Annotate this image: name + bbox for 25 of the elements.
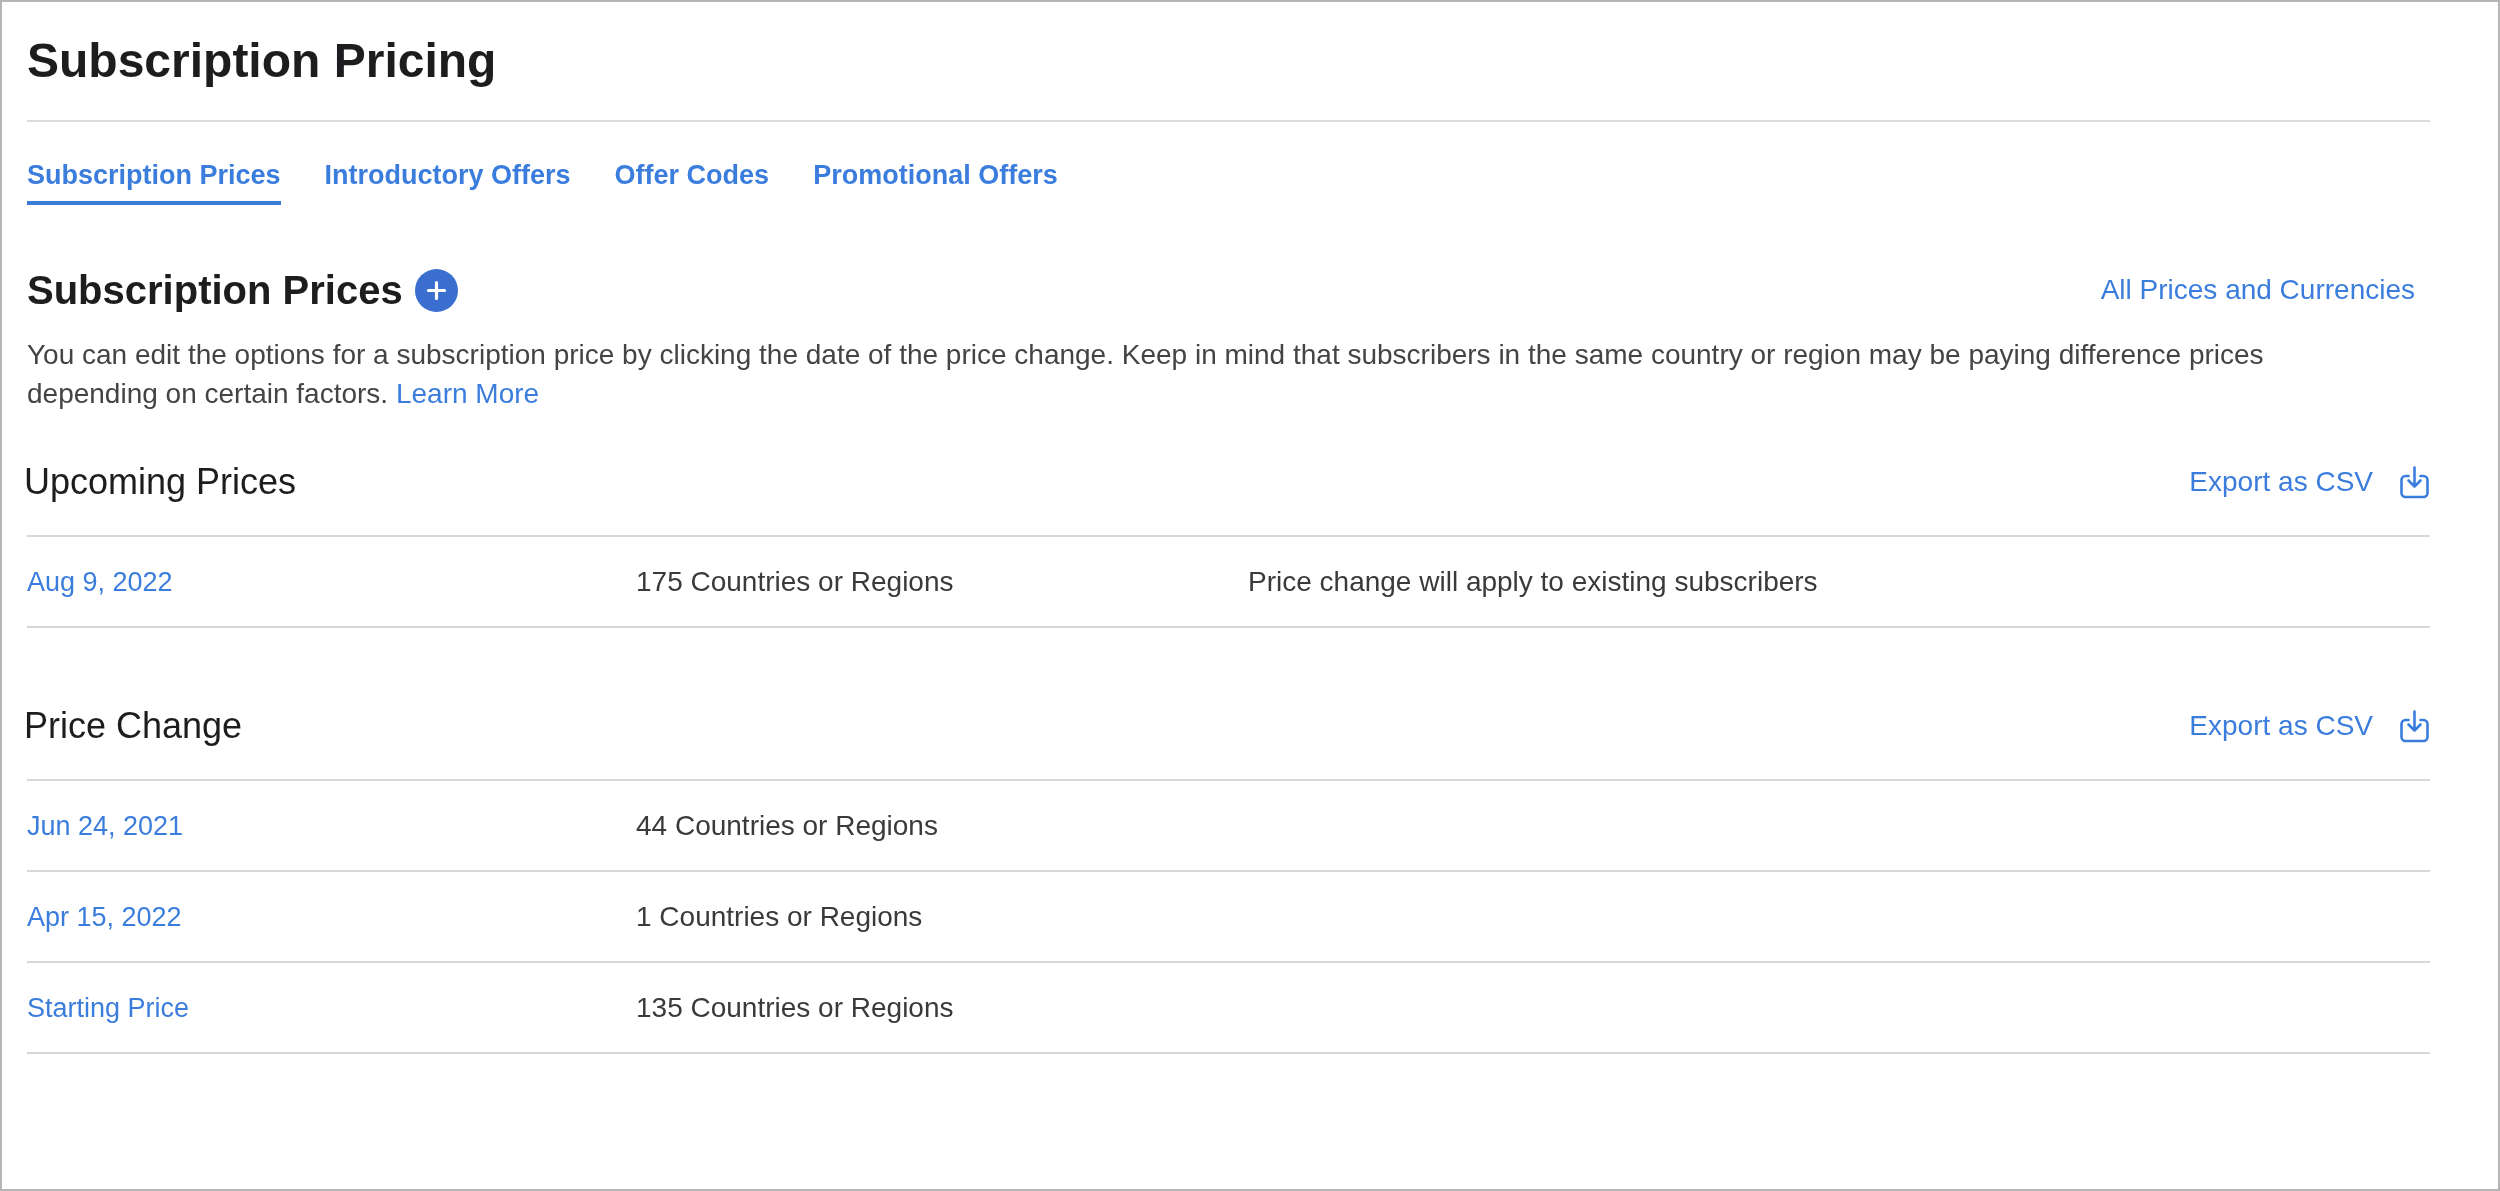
date-link[interactable]: Starting Price: [27, 990, 190, 1025]
learn-more-link[interactable]: Learn More: [395, 378, 540, 409]
prices-link[interactable]: All Prices and Currencies: [2100, 273, 2415, 307]
tab[interactable]: Subscription Prices: [27, 148, 281, 205]
download-icon[interactable]: [2399, 465, 2430, 499]
note-text: Price change will apply to existing subscribers: [1248, 564, 1818, 599]
regions-text: 1 Countries or Regions: [636, 899, 923, 934]
export-link[interactable]: Export as CSV: [2189, 709, 2373, 743]
add-icon[interactable]: [414, 268, 458, 312]
download-icon[interactable]: [2399, 709, 2430, 743]
page-title: Subscription Pricing: [27, 33, 498, 89]
regions-text: 135 Countries or Regions: [636, 990, 954, 1025]
description: You can edit the options for a subscription price by clicking the date of the price change. Keep in mind that subscribers in the same country or region may be paying difference prices depending on certain factors. Learn More: [27, 338, 2265, 411]
date-link[interactable]: Jun 24, 2021: [27, 808, 184, 843]
table-title: Upcoming Prices: [24, 460, 297, 504]
date-link[interactable]: Apr 15, 2022: [27, 899, 182, 934]
section-title: Subscription Prices: [27, 267, 403, 314]
date-link[interactable]: Aug 9, 2022: [27, 564, 173, 599]
regions-text: 175 Countries or Regions: [636, 564, 954, 599]
regions-text: 44 Countries or Regions: [636, 808, 938, 843]
tab[interactable]: Offer Codes: [614, 148, 770, 205]
tab[interactable]: Introductory Offers: [324, 148, 571, 205]
table-title: Price Change: [24, 704, 243, 748]
export-link[interactable]: Export as CSV: [2189, 465, 2373, 499]
tab[interactable]: Promotional Offers: [813, 148, 1058, 205]
